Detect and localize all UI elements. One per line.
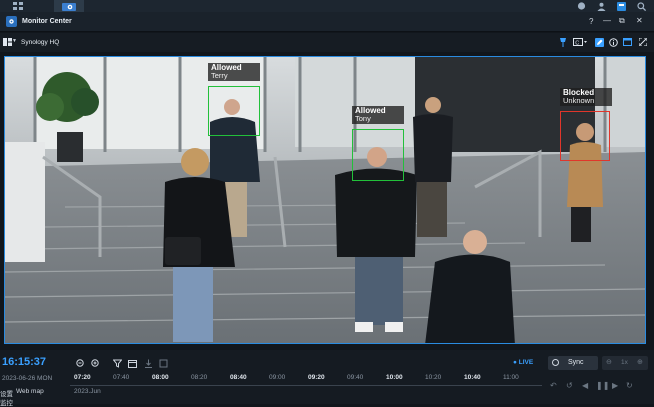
- view-toolbar: ▼ Synology HQ C: [0, 33, 654, 52]
- step-forward-icon[interactable]: ↻: [626, 381, 633, 390]
- widgets-icon[interactable]: [614, 0, 628, 12]
- speed-up-icon[interactable]: ⊕: [637, 358, 643, 366]
- rewind-icon[interactable]: ↶: [550, 381, 557, 390]
- timeline-tick[interactable]: 10:20: [425, 374, 441, 381]
- month-label: 2023.Jun: [74, 388, 101, 395]
- system-taskbar: [0, 0, 654, 12]
- play-pause-icon[interactable]: ❚❚: [596, 381, 609, 390]
- monitor-center-app-icon: [6, 16, 17, 27]
- sync-label: Sync: [568, 359, 584, 366]
- timeline-tick[interactable]: 10:40: [464, 374, 481, 381]
- info-icon[interactable]: [608, 37, 618, 47]
- sync-button[interactable]: Sync: [548, 356, 598, 370]
- live-label: LIVE: [518, 359, 534, 366]
- monitor-center-tab-icon[interactable]: [54, 0, 84, 12]
- restore-button[interactable]: ⧉: [619, 16, 625, 26]
- download-icon[interactable]: [143, 358, 153, 368]
- face-box-tony[interactable]: [352, 129, 404, 181]
- row1-value[interactable]: Web map: [16, 388, 44, 395]
- user-icon[interactable]: [594, 0, 608, 12]
- live-clock: 16:15:37: [2, 356, 47, 368]
- live-indicator[interactable]: ● LIVE: [513, 359, 533, 366]
- detection-name: Terry: [211, 71, 228, 81]
- timeline-tick[interactable]: 08:00: [152, 374, 169, 381]
- stream-quality-icon[interactable]: C: [572, 37, 588, 47]
- speed-control[interactable]: ⊖ 1x ⊕: [602, 356, 648, 370]
- location-label[interactable]: Synology HQ: [21, 39, 59, 46]
- zoom-in-icon[interactable]: [90, 358, 100, 368]
- svg-text:C: C: [575, 40, 579, 46]
- detection-label-terry: Allowed Terry: [208, 63, 260, 82]
- step-back-icon[interactable]: ↺: [566, 381, 573, 390]
- timeline-tick[interactable]: 07:40: [113, 374, 129, 381]
- zoom-out-icon[interactable]: [75, 358, 85, 368]
- next-frame-icon[interactable]: ▶: [612, 381, 618, 390]
- row2-label: 监控: [0, 400, 13, 407]
- timeline-tick[interactable]: 09:00: [269, 374, 285, 381]
- fullscreen-icon[interactable]: [638, 37, 648, 47]
- detection-name: Tony: [355, 114, 371, 124]
- help-button[interactable]: ?: [589, 17, 593, 26]
- timeline-tick[interactable]: 07:20: [74, 374, 91, 381]
- window-title: Monitor Center: [22, 18, 72, 25]
- filter-icon[interactable]: [112, 358, 122, 368]
- apps-grid-icon[interactable]: [6, 0, 30, 12]
- edit-icon[interactable]: [594, 37, 604, 47]
- search-icon[interactable]: [634, 0, 648, 12]
- timeline-tick[interactable]: 09:20: [308, 374, 325, 381]
- playback-controls: ↶ ↺ ◀ ❚❚ ▶ ↻: [548, 380, 648, 394]
- face-box-unknown[interactable]: [560, 111, 610, 161]
- close-button[interactable]: ✕: [636, 16, 643, 25]
- camera-feed[interactable]: Allowed Terry Allowed Tony Blocked Unkno…: [4, 56, 646, 344]
- face-box-terry[interactable]: [208, 86, 260, 136]
- speed-label: 1x: [621, 359, 628, 366]
- clip-icon[interactable]: [158, 358, 168, 368]
- window-titlebar: Monitor Center ? — ⧉ ✕: [0, 12, 654, 32]
- window-view-icon[interactable]: [622, 37, 632, 47]
- chevron-down-icon[interactable]: ▼: [12, 38, 17, 44]
- sync-toggle-icon: [552, 359, 559, 366]
- detection-label-tony: Allowed Tony: [352, 106, 404, 125]
- camera-scene-image: [5, 57, 645, 343]
- current-date: 2023-06-26 MON: [2, 375, 53, 382]
- calendar-icon[interactable]: [127, 358, 137, 368]
- timeline-tick[interactable]: 09:40: [347, 374, 363, 381]
- detection-label-unknown: Blocked Unknown: [560, 88, 612, 107]
- chat-icon[interactable]: [574, 0, 588, 12]
- layout-icon[interactable]: [2, 37, 12, 47]
- minimize-button[interactable]: —: [603, 16, 611, 25]
- timeline-tick[interactable]: 08:40: [230, 374, 247, 381]
- timeline-tick[interactable]: 11:00: [503, 374, 519, 381]
- timeline-tick[interactable]: 08:20: [191, 374, 207, 381]
- speed-down-icon[interactable]: ⊖: [606, 358, 612, 366]
- prev-frame-icon[interactable]: ◀: [582, 381, 588, 390]
- pin-icon[interactable]: [558, 37, 568, 47]
- timeline-tick[interactable]: 10:00: [386, 374, 403, 381]
- detection-name: Unknown: [563, 96, 595, 106]
- timeline-track[interactable]: [70, 385, 542, 386]
